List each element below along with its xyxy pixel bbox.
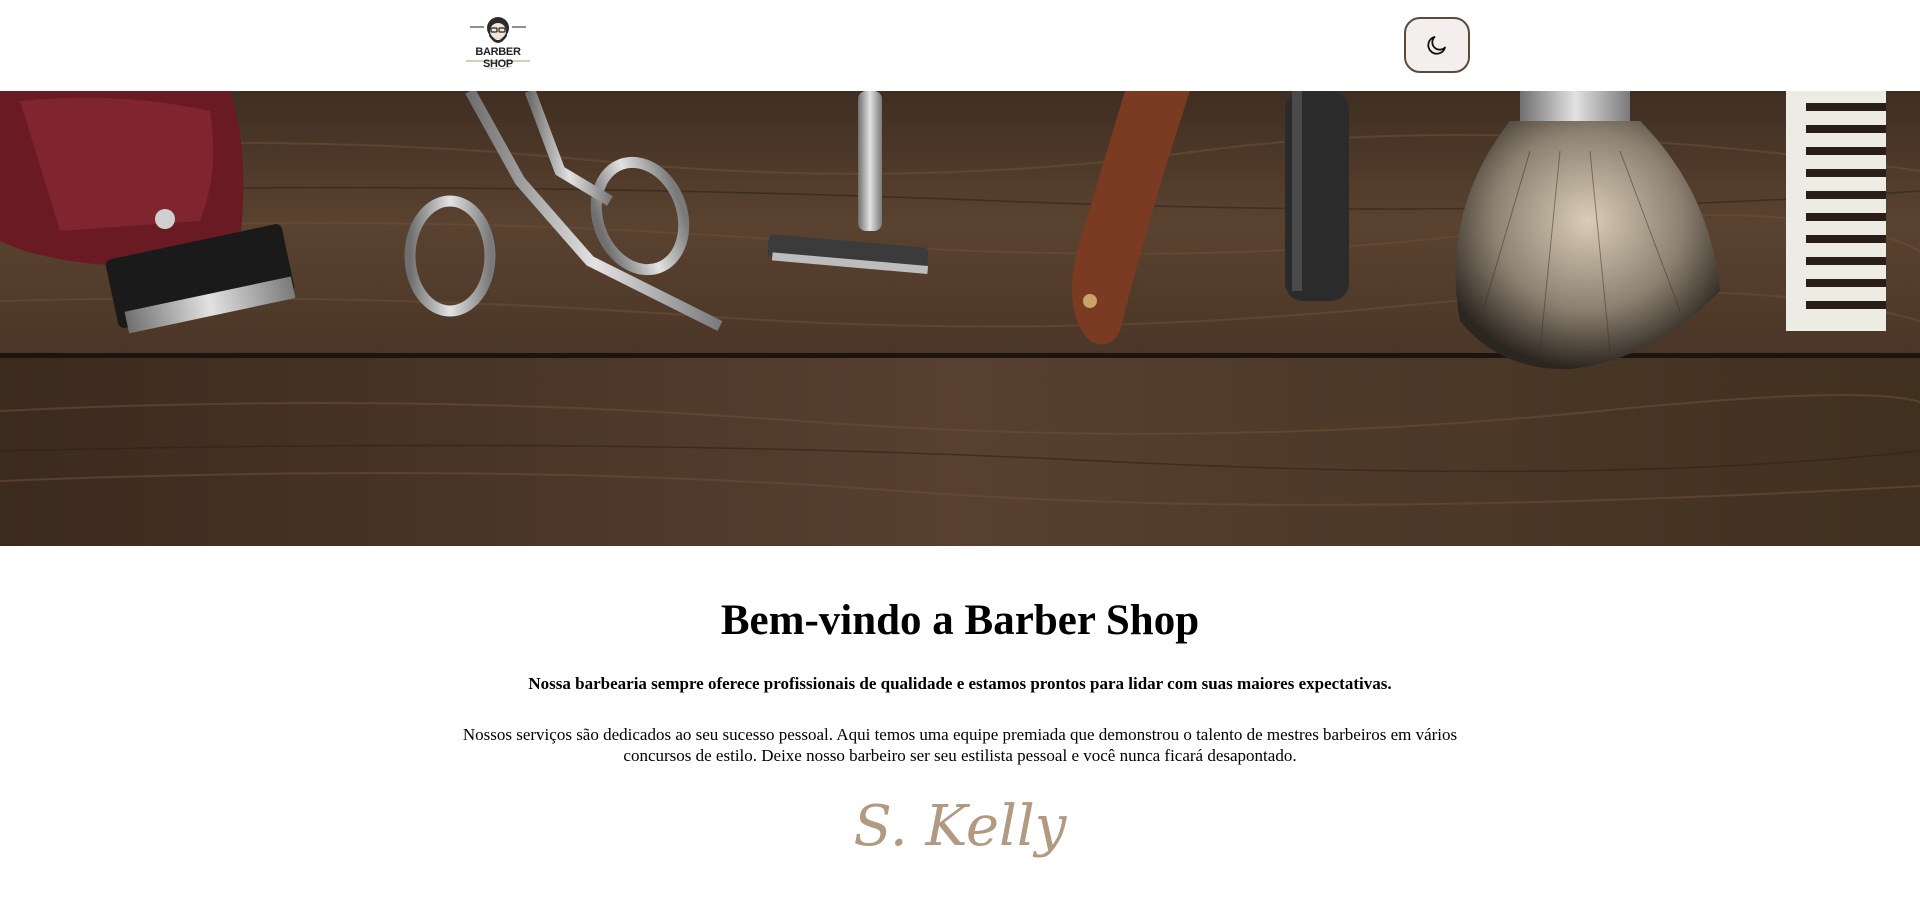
site-header: BARBER SHOP: [0, 0, 1920, 91]
page-title: Bem-vindo a Barber Shop: [720, 597, 1200, 644]
hero-image: [0, 91, 1920, 546]
logo-text: BARBER SHOP: [475, 46, 521, 70]
logo[interactable]: BARBER SHOP: [462, 14, 534, 74]
hero-banner: [0, 91, 1920, 546]
lead-paragraph: Nossa barbearia sempre oferece profissio…: [528, 674, 1392, 693]
moon-icon: [1427, 36, 1446, 55]
signature: S. Kelly: [854, 794, 1068, 859]
signature-text: S. Kelly: [854, 794, 1068, 859]
comb-image: [1786, 91, 1886, 331]
theme-toggle-button[interactable]: [1404, 17, 1470, 73]
body-paragraph: Nossos serviços são dedicados ao seu suc…: [462, 725, 1458, 765]
